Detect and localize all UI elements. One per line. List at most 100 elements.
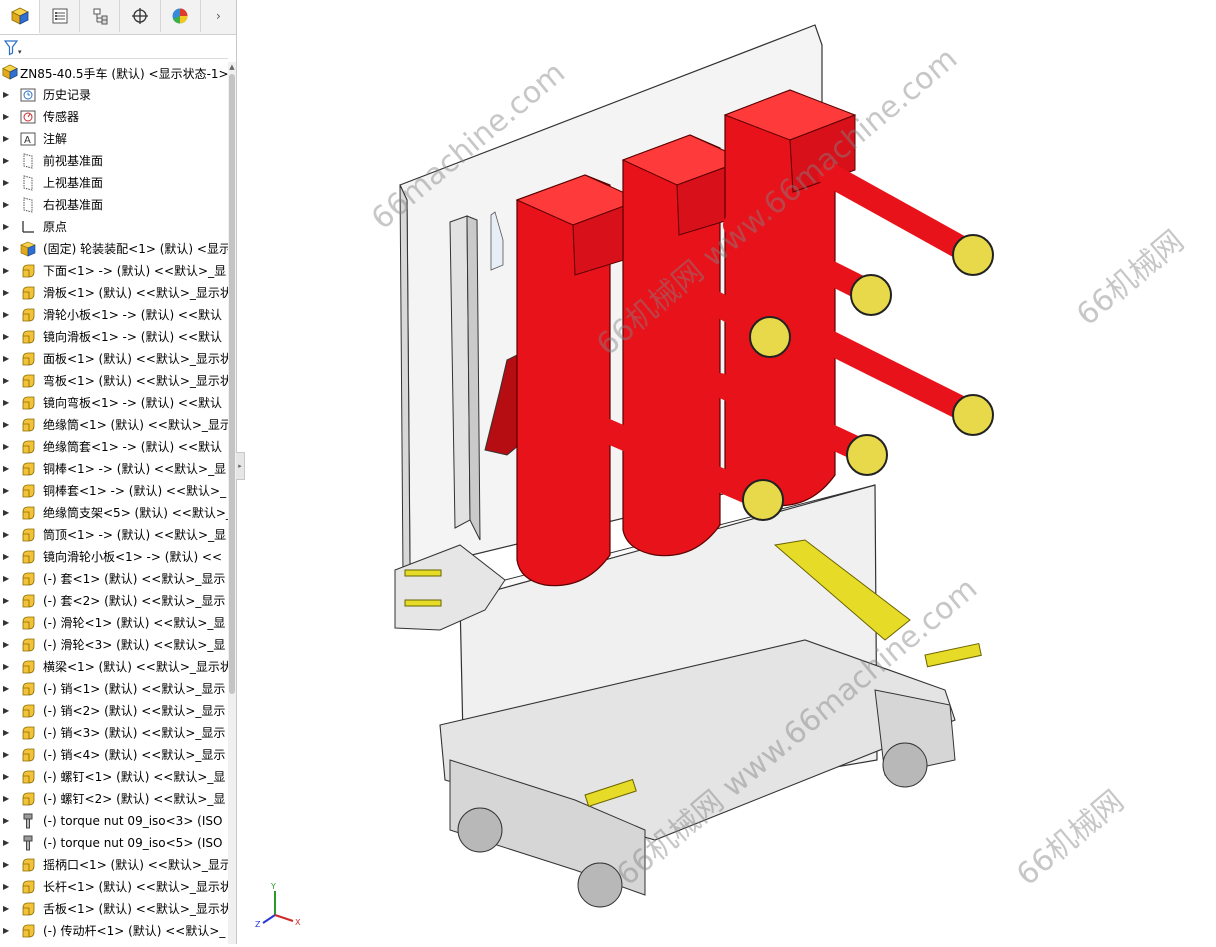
- crosshair-icon: [132, 8, 149, 24]
- filter-funnel-icon[interactable]: ▾: [4, 40, 22, 56]
- tree-scrollbar[interactable]: ▲: [228, 62, 236, 944]
- expand-arrow-icon[interactable]: ▶: [3, 216, 11, 238]
- expand-arrow-icon[interactable]: ▶: [3, 304, 11, 326]
- tree-item[interactable]: ▶ (-) torque nut 09_iso<3> (ISO: [0, 810, 228, 832]
- expand-arrow-icon[interactable]: ▶: [3, 524, 11, 546]
- expand-arrow-icon[interactable]: ▶: [3, 700, 11, 722]
- expand-arrow-icon[interactable]: ▶: [3, 370, 11, 392]
- tree-item[interactable]: ▶ 镜向滑轮小板<1> -> (默认) <<: [0, 546, 228, 568]
- expand-arrow-icon[interactable]: ▶: [3, 898, 11, 920]
- expand-arrow-icon[interactable]: ▶: [3, 722, 11, 744]
- tree-item[interactable]: ▶ 滑板<1> (默认) <<默认>_显示状: [0, 282, 228, 304]
- tree-item[interactable]: ▶ 绝缘筒支架<5> (默认) <<默认>_: [0, 502, 228, 524]
- expand-arrow-icon[interactable]: ▶: [3, 172, 11, 194]
- tree-item[interactable]: ▶ 横梁<1> (默认) <<默认>_显示状: [0, 656, 228, 678]
- expand-arrow-icon[interactable]: ▶: [3, 238, 11, 260]
- tree-item[interactable]: ▶ (-) 销<1> (默认) <<默认>_显示: [0, 678, 228, 700]
- tree-item[interactable]: ▶ (-) 销<4> (默认) <<默认>_显示: [0, 744, 228, 766]
- expand-arrow-icon[interactable]: ▶: [3, 810, 11, 832]
- tree-item[interactable]: ▶ (-) 套<1> (默认) <<默认>_显示: [0, 568, 228, 590]
- tree-item[interactable]: ▶ (-) torque nut 09_iso<5> (ISO: [0, 832, 228, 854]
- tree-item[interactable]: ▶ 镜向弯板<1> -> (默认) <<默认: [0, 392, 228, 414]
- tree-item[interactable]: ▶ 铜棒套<1> -> (默认) <<默认>_: [0, 480, 228, 502]
- expand-arrow-icon[interactable]: ▶: [3, 568, 11, 590]
- expand-arrow-icon[interactable]: ▶: [3, 920, 11, 942]
- tab-configuration-manager[interactable]: [80, 0, 121, 32]
- expand-arrow-icon[interactable]: ▶: [3, 744, 11, 766]
- expand-arrow-icon[interactable]: ▶: [3, 590, 11, 612]
- tree-item[interactable]: ▶ 上视基准面: [0, 172, 228, 194]
- expand-arrow-icon[interactable]: ▶: [3, 546, 11, 568]
- tree-item[interactable]: ▶ 舌板<1> (默认) <<默认>_显示状: [0, 898, 228, 920]
- expand-arrow-icon[interactable]: ▶: [3, 788, 11, 810]
- tree-filter-box[interactable]: [0, 38, 228, 59]
- tree-item-label: (-) 滑轮<1> (默认) <<默认>_显: [43, 616, 226, 630]
- expand-arrow-icon[interactable]: ▶: [3, 392, 11, 414]
- expand-arrow-icon[interactable]: ▶: [3, 766, 11, 788]
- scrollbar-thumb[interactable]: [229, 74, 235, 694]
- expand-arrow-icon[interactable]: ▶: [3, 150, 11, 172]
- tree-item[interactable]: ▶ (-) 滑轮<3> (默认) <<默认>_显: [0, 634, 228, 656]
- tree-item[interactable]: ▶ (-) 螺钉<2> (默认) <<默认>_显: [0, 788, 228, 810]
- tree-item[interactable]: ▶ (-) 销<3> (默认) <<默认>_显示: [0, 722, 228, 744]
- svg-text:Y: Y: [270, 882, 276, 891]
- expand-arrow-icon[interactable]: ▶: [3, 84, 11, 106]
- tree-item-label: 绝缘筒支架<5> (默认) <<默认>_: [43, 506, 228, 520]
- expand-arrow-icon[interactable]: ▶: [3, 106, 11, 128]
- tree-root-assembly[interactable]: ZN85-40.5手车 (默认) <显示状态-1>: [0, 62, 228, 82]
- expand-arrow-icon[interactable]: ▶: [3, 612, 11, 634]
- tree-item[interactable]: ▶ 滑轮小板<1> -> (默认) <<默认: [0, 304, 228, 326]
- tree-item[interactable]: ▶ 下面<1> -> (默认) <<默认>_显: [0, 260, 228, 282]
- tree-item[interactable]: ▶ 绝缘筒<1> (默认) <<默认>_显示: [0, 414, 228, 436]
- tree-item[interactable]: ▶ 传感器: [0, 106, 228, 128]
- tree-item[interactable]: ▶ 前视基准面: [0, 150, 228, 172]
- expand-arrow-icon[interactable]: ▶: [3, 194, 11, 216]
- tree-item[interactable]: ▶ 铜棒<1> -> (默认) <<默认>_显: [0, 458, 228, 480]
- expand-arrow-icon[interactable]: ▶: [3, 634, 11, 656]
- expand-arrow-icon[interactable]: ▶: [3, 832, 11, 854]
- expand-arrow-icon[interactable]: ▶: [3, 502, 11, 524]
- tree-item[interactable]: ▶ 弯板<1> (默认) <<默认>_显示状: [0, 370, 228, 392]
- tab-property-manager[interactable]: [40, 0, 81, 32]
- tree-item[interactable]: ▶ 绝缘筒套<1> -> (默认) <<默认: [0, 436, 228, 458]
- configuration-icon: [93, 8, 108, 25]
- tree-item[interactable]: ▶ (-) 螺钉<1> (默认) <<默认>_显: [0, 766, 228, 788]
- tree-item[interactable]: ▶ 镜向滑板<1> -> (默认) <<默认: [0, 326, 228, 348]
- expand-arrow-icon[interactable]: ▶: [3, 326, 11, 348]
- expand-arrow-icon[interactable]: ▶: [3, 480, 11, 502]
- tree-item[interactable]: ▶ (-) 销<2> (默认) <<默认>_显示: [0, 700, 228, 722]
- tree-item[interactable]: ▶ 原点: [0, 216, 228, 238]
- expand-arrow-icon[interactable]: ▶: [3, 414, 11, 436]
- expand-arrow-icon[interactable]: ▶: [3, 282, 11, 304]
- tab-dimxpert-manager[interactable]: [120, 0, 161, 32]
- expand-arrow-icon[interactable]: ▶: [3, 436, 11, 458]
- tree-item[interactable]: ▶ A 注解: [0, 128, 228, 150]
- expand-arrow-icon[interactable]: ▶: [3, 854, 11, 876]
- tab-overflow-button[interactable]: ›: [201, 0, 236, 32]
- part-icon: [20, 307, 37, 323]
- expand-arrow-icon[interactable]: ▶: [3, 458, 11, 480]
- tree-item[interactable]: ▶ 面板<1> (默认) <<默认>_显示状: [0, 348, 228, 370]
- sensor-icon: [20, 109, 37, 125]
- toolbox-part-icon: [20, 835, 37, 851]
- expand-arrow-icon[interactable]: ▶: [3, 128, 11, 150]
- tab-feature-manager[interactable]: [0, 0, 41, 34]
- tree-item[interactable]: ▶ 长杆<1> (默认) <<默认>_显示状: [0, 876, 228, 898]
- tree-item[interactable]: ▶ 历史记录: [0, 84, 228, 106]
- tree-item[interactable]: ▶ 摇柄口<1> (默认) <<默认>_显示: [0, 854, 228, 876]
- tree-item[interactable]: ▶ (-) 传动杆<1> (默认) <<默认>_: [0, 920, 228, 942]
- expand-arrow-icon[interactable]: ▶: [3, 348, 11, 370]
- expand-arrow-icon[interactable]: ▶: [3, 260, 11, 282]
- graphics-viewport[interactable]: Y Z X 66machine.com 66机械网 www.66machine.…: [245, 0, 1216, 944]
- expand-arrow-icon[interactable]: ▶: [3, 656, 11, 678]
- expand-arrow-icon[interactable]: ▶: [3, 678, 11, 700]
- expand-arrow-icon[interactable]: ▶: [3, 876, 11, 898]
- tab-display-manager[interactable]: [161, 0, 201, 32]
- tree-item[interactable]: ▶ (-) 套<2> (默认) <<默认>_显示: [0, 590, 228, 612]
- tree-item[interactable]: ▶ (固定) 轮装装配<1> (默认) <显示: [0, 238, 228, 260]
- tree-item[interactable]: ▶ (-) 滑轮<1> (默认) <<默认>_显: [0, 612, 228, 634]
- tree-item[interactable]: ▶ 右视基准面: [0, 194, 228, 216]
- tree-item[interactable]: ▶ 筒顶<1> -> (默认) <<默认>_显: [0, 524, 228, 546]
- panel-collapse-handle[interactable]: ▸: [236, 452, 245, 480]
- scroll-up-icon[interactable]: ▲: [228, 62, 236, 72]
